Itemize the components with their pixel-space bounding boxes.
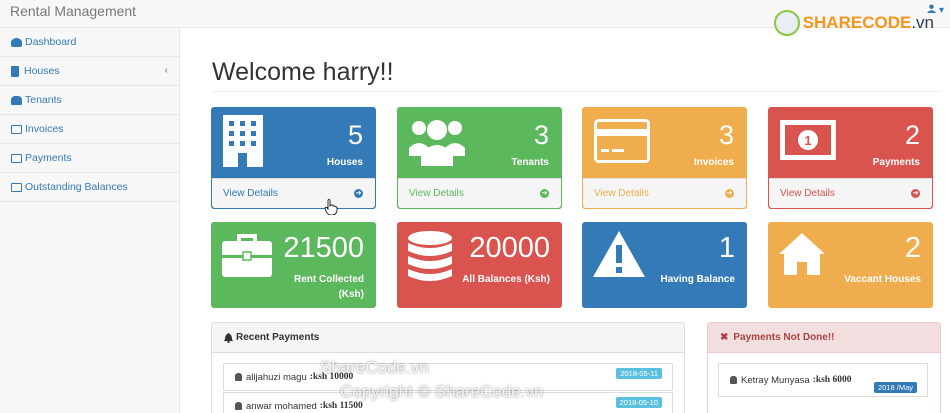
view-details-label: View Details — [223, 188, 278, 199]
caret-down-icon: ▾ — [938, 5, 944, 16]
sidebar-item-payments[interactable]: Payments — [0, 144, 179, 173]
rent-collected-label: Rent Collected — [293, 274, 364, 285]
sidebar: Dashboard Houses ‹ Tenants Invoices Paym… — [0, 28, 180, 413]
tenants-label: Tenants — [511, 157, 549, 168]
having-balance-stat: 1 Having Balance — [582, 222, 747, 308]
view-details-label: View Details — [780, 188, 835, 199]
tenants-panel: 3 Tenants View Details ➜ — [397, 107, 562, 209]
arrow-circle-right-icon: ➜ — [354, 189, 363, 198]
payments-panel: 1 2 Payments View Details ➜ — [768, 107, 933, 209]
tenants-view-details-link[interactable]: View Details ➜ — [398, 178, 561, 208]
vacant-houses-label: Vaccant Houses — [844, 274, 921, 285]
invoices-label: Invoices — [693, 157, 734, 168]
warning-icon — [593, 231, 645, 277]
building-icon — [11, 65, 19, 77]
hand-cursor-icon — [324, 199, 338, 215]
invoices-view-details-link[interactable]: View Details ➜ — [583, 178, 746, 208]
all-balances-stat: 20000 All Balances (Ksh) — [397, 222, 562, 308]
money-icon: 1 — [780, 120, 836, 160]
vacant-houses-value: 2 — [904, 232, 921, 264]
users-icon — [409, 120, 465, 166]
sidebar-item-label: Outstanding Balances — [25, 181, 128, 193]
tenant-name: Ketray Munyasa — [741, 374, 810, 386]
brand-title[interactable]: Rental Management — [10, 3, 136, 19]
rent-collected-value: 21500 — [283, 232, 364, 264]
title-divider — [212, 91, 941, 92]
users-icon — [11, 95, 22, 105]
credit-card-icon — [594, 119, 650, 163]
payments-view-details-link[interactable]: View Details ➜ — [769, 178, 932, 208]
sidebar-item-invoices[interactable]: Invoices — [0, 115, 179, 144]
sidebar-item-label: Dashboard — [25, 36, 77, 48]
home-icon — [779, 233, 825, 275]
arrow-circle-right-icon: ➜ — [725, 189, 734, 198]
list-item[interactable]: Ketray Munyasa :ksh 6000 2018 /May — [718, 363, 928, 397]
payer-name: anwar mohamed — [246, 400, 317, 412]
houses-label: Houses — [326, 157, 363, 168]
page-title: Welcome harry!! — [212, 58, 394, 86]
arrow-circle-right-icon: ➜ — [540, 189, 549, 198]
houses-panel: 5 Houses View Details ➜ — [211, 107, 376, 209]
sidebar-item-outstanding-balances[interactable]: Outstanding Balances — [0, 173, 179, 202]
period-badge: 2018 /May — [873, 382, 917, 393]
payments-count: 2 — [904, 120, 920, 150]
main-content: Welcome harry!! 5 Houses View Details ➜ — [181, 28, 950, 413]
tenants-count: 3 — [533, 120, 549, 150]
view-details-label: View Details — [594, 188, 649, 199]
having-balance-label: Having Balance — [660, 274, 735, 285]
all-balances-label: All Balances (Ksh) — [462, 274, 550, 285]
view-details-label: View Details — [409, 188, 464, 199]
payer-name: alijahuzi magu — [246, 371, 307, 383]
sidebar-item-label: Tenants — [25, 94, 62, 106]
dashboard-icon — [11, 37, 22, 47]
houses-view-details-link[interactable]: View Details ➜ — [212, 178, 375, 208]
houses-count: 5 — [347, 120, 363, 150]
having-balance-value: 1 — [718, 232, 735, 264]
list-icon — [11, 182, 22, 192]
user-icon — [235, 402, 242, 410]
date-badge: 2018-05-11 — [616, 368, 662, 379]
recent-payments-title: Recent Payments — [236, 332, 320, 343]
chevron-left-icon: ‹ — [164, 65, 168, 76]
close-icon: ✖ — [720, 332, 729, 343]
invoices-panel: 3 Invoices View Details ➜ — [582, 107, 747, 209]
vacant-houses-stat: 2 Vaccant Houses — [768, 222, 933, 308]
sidebar-item-tenants[interactable]: Tenants — [0, 86, 179, 115]
watermark-copyright: Copyright © ShareCode.vn — [340, 382, 544, 401]
briefcase-icon — [222, 234, 272, 277]
sidebar-item-dashboard[interactable]: Dashboard — [0, 28, 179, 57]
arrow-circle-right-icon: ➜ — [911, 189, 920, 198]
sidebar-item-label: Invoices — [25, 123, 64, 135]
date-badge: 2018-05-10 — [615, 397, 662, 408]
invoices-count: 3 — [718, 120, 734, 150]
bell-icon — [224, 332, 233, 343]
user-icon — [235, 373, 242, 381]
credit-card-icon — [11, 124, 22, 134]
building-icon — [223, 115, 263, 167]
sidebar-item-houses[interactable]: Houses ‹ — [0, 57, 179, 86]
svg-text:1: 1 — [804, 133, 811, 148]
payments-not-done-title: Payments Not Done!! — [733, 332, 835, 343]
all-balances-value: 20000 — [469, 232, 550, 264]
user-icon — [730, 376, 737, 384]
sidebar-item-label: Houses — [24, 65, 60, 77]
rent-collected-unit: (Ksh) — [338, 289, 364, 300]
payment-amount: :ksh 11500 — [319, 401, 363, 411]
database-icon — [408, 231, 452, 281]
rent-collected-stat: 21500 Rent Collected (Ksh) — [211, 222, 376, 308]
watermark-text: ShareCode.vn — [320, 358, 429, 377]
due-amount: :ksh 6000 — [812, 375, 852, 385]
payments-label: Payments — [872, 157, 920, 168]
sidebar-item-label: Payments — [25, 152, 72, 164]
money-icon — [11, 153, 22, 163]
